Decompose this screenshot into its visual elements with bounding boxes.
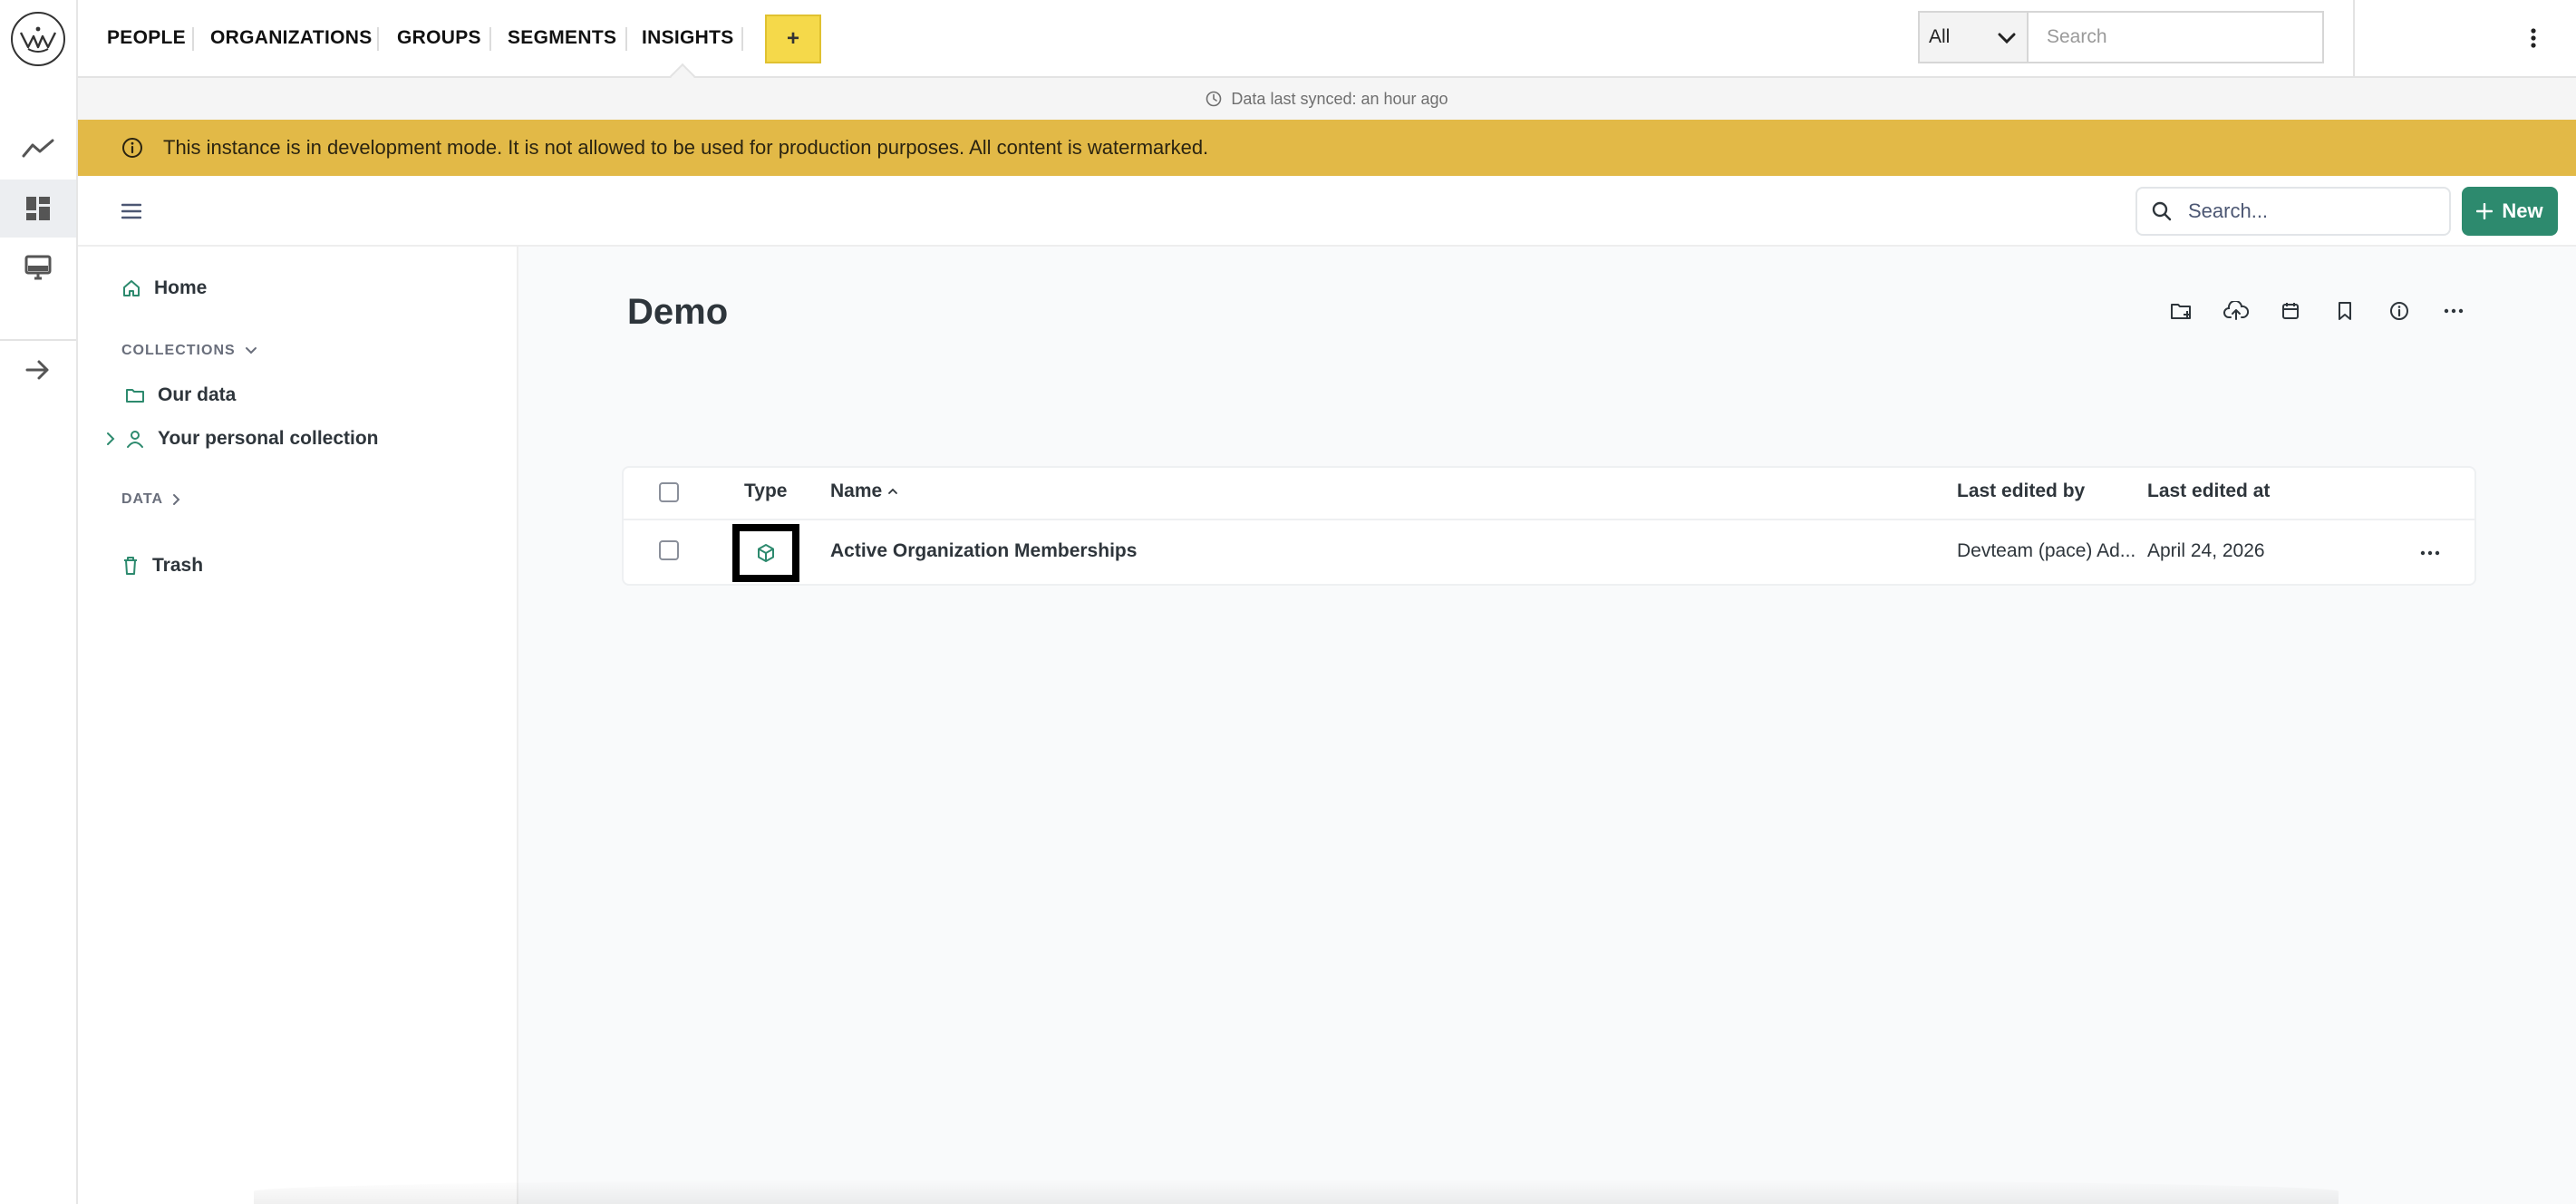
sync-status-text: Data last synced: an hour ago bbox=[1231, 89, 1448, 108]
page-title: Demo bbox=[627, 292, 729, 332]
nav-separator bbox=[489, 27, 491, 51]
data-section-label: DATA bbox=[121, 491, 164, 507]
hamburger-icon bbox=[121, 203, 141, 219]
nav-organizations[interactable]: ORGANIZATIONS bbox=[210, 0, 373, 76]
item-last-edited-at: April 24, 2026 bbox=[2147, 540, 2265, 561]
column-header-last-edited-by[interactable]: Last edited by bbox=[1957, 481, 2085, 502]
ellipsis-icon bbox=[2420, 550, 2440, 556]
select-all-checkbox[interactable] bbox=[659, 482, 679, 502]
left-rail bbox=[0, 0, 78, 1204]
sidebar-item-our-data[interactable]: Our data bbox=[125, 384, 236, 406]
nav-segments[interactable]: SEGMENTS bbox=[508, 0, 616, 76]
new-button-label: New bbox=[2502, 199, 2543, 222]
chevron-down-icon bbox=[1998, 33, 2016, 44]
nav-groups[interactable]: GROUPS bbox=[397, 0, 481, 76]
row-select-checkbox[interactable] bbox=[659, 540, 679, 560]
nav-insights[interactable]: INSIGHTS bbox=[642, 0, 734, 76]
info-circle-icon bbox=[2390, 302, 2408, 320]
home-icon bbox=[123, 280, 140, 296]
collections-section-toggle[interactable]: COLLECTIONS bbox=[121, 343, 257, 359]
app-logo[interactable] bbox=[0, 7, 76, 71]
row-actions-button[interactable] bbox=[2415, 540, 2445, 566]
bookmark-button[interactable] bbox=[2329, 296, 2360, 326]
search-scope-value: All bbox=[1929, 26, 1951, 47]
person-icon bbox=[127, 431, 143, 448]
development-mode-banner: This instance is in development mode. It… bbox=[78, 120, 2576, 176]
crown-logo-icon bbox=[11, 12, 65, 66]
rail-expand-button[interactable] bbox=[0, 341, 76, 399]
rail-screen-button[interactable] bbox=[0, 239, 76, 297]
dashboard-icon bbox=[26, 197, 50, 220]
toggle-sidebar-button[interactable] bbox=[118, 198, 145, 225]
bottom-fade bbox=[254, 1179, 2339, 1204]
sidebar-item-label: Your personal collection bbox=[158, 428, 379, 449]
column-header-type[interactable]: Type bbox=[744, 481, 787, 502]
app-search-box[interactable] bbox=[2135, 187, 2451, 236]
sidebar-item-label: Trash bbox=[152, 555, 204, 576]
trend-line-icon bbox=[22, 139, 54, 158]
collection-info-button[interactable] bbox=[2384, 296, 2415, 326]
sidebar-item-personal-collection[interactable]: Your personal collection bbox=[125, 428, 379, 450]
collection-more-button[interactable] bbox=[2438, 296, 2469, 326]
nav-separator bbox=[377, 27, 379, 51]
monitor-icon bbox=[24, 255, 52, 280]
rail-dashboard-button[interactable] bbox=[0, 180, 76, 238]
plus-icon bbox=[2476, 203, 2494, 219]
ellipsis-icon bbox=[2444, 308, 2464, 314]
nav-people[interactable]: PEOPLE bbox=[107, 0, 186, 76]
column-header-name-label: Name bbox=[830, 481, 883, 501]
nav-separator bbox=[625, 27, 627, 51]
sidebar-item-label: Home bbox=[154, 277, 208, 298]
search-scope-select[interactable]: All bbox=[1918, 11, 2029, 63]
upload-button[interactable] bbox=[2221, 296, 2252, 326]
nav-separator bbox=[741, 27, 743, 51]
calendar-icon bbox=[2282, 303, 2299, 319]
app-search-input[interactable] bbox=[2186, 199, 2426, 224]
sort-ascending-icon bbox=[888, 488, 898, 494]
more-options-button[interactable] bbox=[2520, 18, 2547, 58]
events-timeline-button[interactable] bbox=[2275, 296, 2306, 326]
main-content bbox=[518, 247, 2576, 1204]
nav-add-button[interactable]: + bbox=[765, 15, 821, 63]
chevron-down-icon bbox=[245, 347, 257, 354]
item-type-cell bbox=[732, 524, 799, 582]
collections-section-label: COLLECTIONS bbox=[121, 343, 236, 358]
trash-icon bbox=[124, 557, 137, 575]
column-header-last-edited-at[interactable]: Last edited at bbox=[2147, 481, 2270, 502]
search-icon bbox=[2152, 201, 2172, 221]
item-last-edited-by: Devteam (pace) Ad... bbox=[1957, 540, 2135, 561]
folder-plus-icon bbox=[2171, 304, 2191, 319]
sidebar-item-label: Our data bbox=[158, 384, 237, 405]
chevron-right-icon bbox=[173, 494, 180, 505]
clock-icon bbox=[1206, 91, 1222, 107]
kebab-icon bbox=[2531, 28, 2536, 48]
cloud-upload-icon bbox=[2223, 301, 2249, 320]
move-collection-button[interactable] bbox=[2166, 296, 2197, 326]
bookmark-icon bbox=[2339, 302, 2351, 320]
chevron-right-icon bbox=[107, 432, 115, 445]
global-search-input[interactable] bbox=[2027, 11, 2324, 63]
expand-personal-collection-button[interactable] bbox=[103, 430, 118, 448]
column-header-name[interactable]: Name bbox=[830, 481, 898, 502]
folder-icon bbox=[126, 389, 144, 403]
sidebar-item-home[interactable]: Home bbox=[121, 277, 207, 299]
item-name-link[interactable]: Active Organization Memberships bbox=[830, 540, 1137, 562]
info-circle-icon bbox=[122, 138, 142, 158]
development-mode-text: This instance is in development mode. It… bbox=[163, 136, 1209, 159]
sidebar-item-trash[interactable]: Trash bbox=[121, 555, 203, 577]
nav-separator bbox=[192, 27, 194, 51]
sync-status-bar: Data last synced: an hour ago bbox=[78, 78, 2576, 120]
data-section-toggle[interactable]: DATA bbox=[121, 491, 181, 508]
topbar-divider bbox=[2353, 0, 2355, 76]
new-button[interactable]: New bbox=[2462, 187, 2558, 236]
rail-analytics-button[interactable] bbox=[0, 120, 76, 178]
arrow-right-icon bbox=[25, 360, 49, 380]
model-cube-icon bbox=[758, 544, 774, 562]
